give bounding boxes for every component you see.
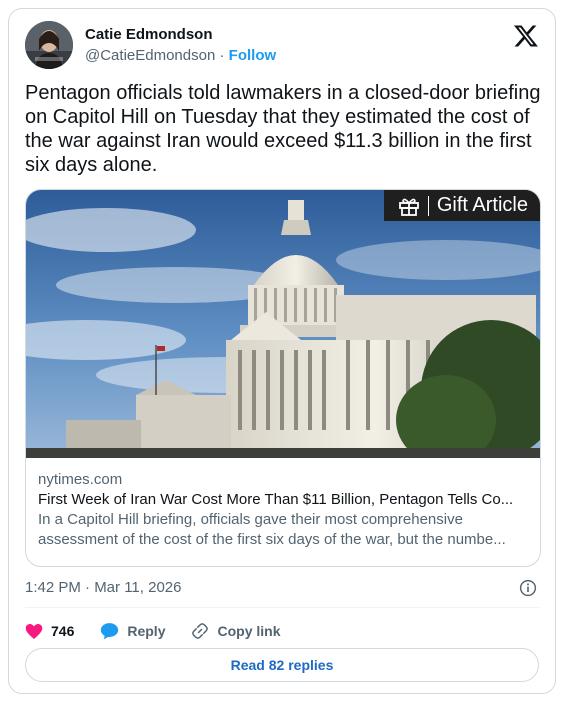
author-handle[interactable]: @CatieEdmondson	[85, 47, 215, 64]
gift-article-label: Gift Article	[436, 194, 528, 216]
link-domain: nytimes.com	[38, 471, 123, 488]
divider	[25, 607, 539, 608]
link-description: In a Capitol Hill briefing, officials ga…	[38, 510, 530, 550]
read-replies-button[interactable]: Read 82 replies	[25, 648, 539, 682]
tweet-text: Pentagon officials told lawmakers in a c…	[25, 82, 541, 176]
like-button[interactable]: 746	[25, 623, 74, 640]
tweet-timestamp[interactable]: 1:42 PM · Mar 11, 2026	[25, 579, 181, 596]
info-icon[interactable]	[519, 579, 537, 597]
action-bar: 746 Reply Copy link	[25, 621, 307, 641]
link-headline: First Week of Iran War Cost More Than $1…	[38, 491, 514, 508]
gift-icon	[398, 198, 419, 216]
avatar[interactable]	[25, 21, 73, 69]
link-card-meta: nytimes.com First Week of Iran War Cost …	[38, 470, 530, 550]
heart-icon	[25, 623, 43, 639]
author-name[interactable]: Catie Edmondson	[85, 26, 213, 43]
like-count: 746	[51, 623, 75, 639]
reply-button[interactable]: Reply	[100, 622, 165, 640]
author-handle-line: @CatieEdmondson · Follow	[85, 47, 276, 64]
follow-button[interactable]: Follow	[229, 47, 277, 64]
copy-link-label: Copy link	[217, 623, 281, 639]
badge-divider	[427, 195, 429, 216]
tweet-card: Catie Edmondson @CatieEdmondson · Follow…	[8, 8, 556, 694]
capitol-photo	[26, 190, 540, 458]
reply-label: Reply	[127, 623, 166, 639]
link-description-line: In a Capitol Hill briefing, officials ga…	[38, 511, 463, 528]
gift-article-badge[interactable]: Gift Article	[383, 190, 540, 221]
link-icon	[192, 623, 209, 639]
reply-bubble-icon	[101, 623, 119, 640]
handle-separator: ·	[215, 47, 229, 64]
link-preview-card[interactable]: Gift Article nytimes.com First Week of I…	[25, 189, 541, 567]
link-description-line: assessment of the cost of the first six …	[38, 531, 506, 548]
copy-link-button[interactable]: Copy link	[191, 622, 281, 640]
x-logo-icon[interactable]	[513, 23, 539, 49]
avatar-image	[25, 21, 73, 69]
